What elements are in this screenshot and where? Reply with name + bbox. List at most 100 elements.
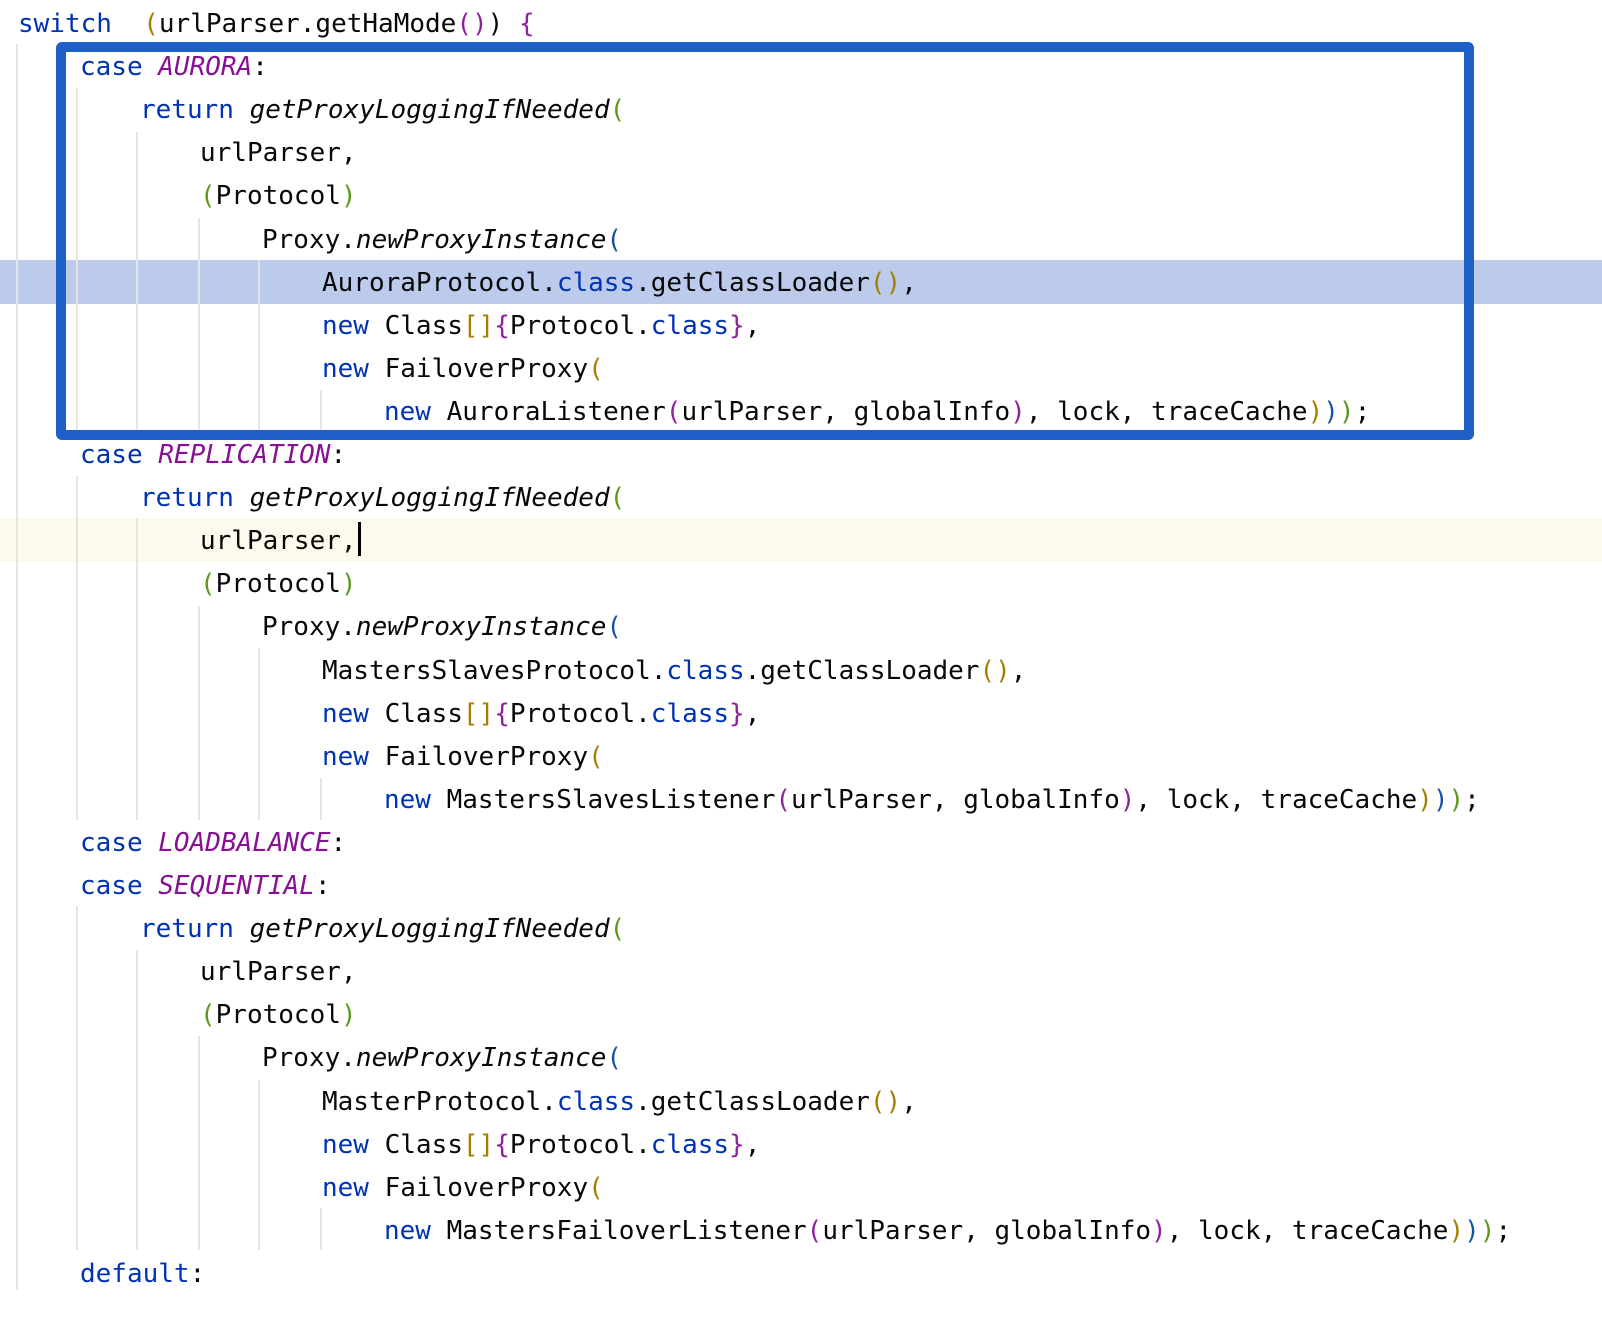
line-switch: switch (urlParser.getHaMode()) { <box>18 2 535 46</box>
code-token: new <box>384 1215 447 1246</box>
code-token: Protocol <box>215 569 341 600</box>
code-token: ( <box>606 612 623 643</box>
code-token: ( <box>200 1000 216 1031</box>
line-listener: new MastersFailoverListener(urlParser, g… <box>384 1209 1511 1253</box>
code-token: ( <box>775 784 792 815</box>
line-classloader: MasterProtocol.class.getClassLoader(), <box>322 1080 917 1124</box>
code-token: urlParser, globalInfo <box>822 1215 1152 1246</box>
code-token: ) <box>340 1000 357 1031</box>
line-newproxyinstance: Proxy.newProxyInstance( <box>262 605 622 649</box>
code-token: .getClassLoader <box>744 655 980 686</box>
code-token: ( <box>609 914 626 945</box>
line-listener: new MastersSlavesListener(urlParser, glo… <box>384 778 1480 822</box>
code-token: ( <box>588 741 604 772</box>
code-token: ) <box>487 9 519 39</box>
code-token: , lock, traceCache <box>1135 784 1418 815</box>
code-token: case <box>80 440 159 470</box>
indent-guide <box>320 778 322 820</box>
code-token: ) <box>1151 1215 1167 1246</box>
code-token: , <box>744 1129 761 1160</box>
code-token: REPLICATION <box>158 440 331 470</box>
code-token: case <box>80 871 159 901</box>
code-token: , <box>1010 655 1027 686</box>
code-token: class <box>666 655 745 686</box>
indent-guide <box>136 950 138 1250</box>
line-case-loadbalance: case LOADBALANCE: <box>80 821 346 865</box>
code-token: newProxyInstance <box>355 612 607 643</box>
code-token: ( <box>200 569 216 600</box>
code-token: return <box>140 483 250 514</box>
code-token: : <box>330 827 347 858</box>
line-classloader: MastersSlavesProtocol.class.getClassLoad… <box>322 649 1026 693</box>
annotation-highlight-box <box>56 42 1474 440</box>
code-token: ) <box>1479 1215 1496 1246</box>
indent-guide <box>320 1208 322 1250</box>
code-token: new <box>322 698 385 729</box>
code-token: () <box>456 9 488 39</box>
line-urlparser: urlParser, <box>200 950 357 994</box>
indent-guide <box>76 476 78 820</box>
code-token: { <box>494 1129 510 1160</box>
code-token: Class <box>384 698 463 729</box>
indent-guide <box>198 606 200 820</box>
code-token: ( <box>609 483 626 514</box>
code-token: } <box>729 698 745 729</box>
code-token: { <box>518 9 535 39</box>
code-token: : <box>330 440 347 470</box>
code-token: , lock, traceCache <box>1166 1215 1449 1246</box>
code-token: Protocol. <box>509 1129 651 1160</box>
line-urlparser: urlParser, <box>200 519 361 563</box>
code-token: urlParser, <box>200 957 357 988</box>
code-token: { <box>494 698 510 729</box>
code-token: : <box>189 1258 206 1289</box>
code-token: Proxy. <box>262 1043 356 1074</box>
code-token: FailoverProxy <box>384 741 589 772</box>
line-protocol-cast: (Protocol) <box>200 562 357 606</box>
indent-guide <box>16 44 18 1290</box>
code-token: MasterProtocol. <box>322 1086 557 1117</box>
line-return: return getProxyLoggingIfNeeded( <box>140 476 625 520</box>
code-token: , <box>744 698 761 729</box>
code-token: Protocol <box>215 1000 341 1031</box>
code-token: FailoverProxy <box>384 1172 589 1203</box>
code-token: ( <box>143 9 159 39</box>
line-failoverproxy: new FailoverProxy( <box>322 735 604 779</box>
code-editor[interactable]: switch (urlParser.getHaMode()) {case AUR… <box>0 0 1602 1324</box>
code-token: MastersSlavesProtocol. <box>322 655 667 686</box>
code-token: ( <box>806 1215 823 1246</box>
line-class-array: new Class[]{Protocol.class}, <box>322 1123 760 1167</box>
code-token: case <box>80 827 159 858</box>
line-return: return getProxyLoggingIfNeeded( <box>140 907 625 951</box>
code-token: class <box>650 698 730 729</box>
code-token: () <box>869 1086 902 1117</box>
code-token: MastersSlavesListener <box>446 784 776 815</box>
code-token: Proxy. <box>262 612 356 643</box>
indent-guide <box>198 1036 200 1250</box>
line-failoverproxy: new FailoverProxy( <box>322 1166 604 1210</box>
code-token: ) <box>340 569 357 600</box>
code-token: ) <box>1448 1215 1465 1246</box>
code-token: SEQUENTIAL <box>158 871 315 901</box>
code-token: ) <box>1417 784 1433 815</box>
line-default: default: <box>80 1252 205 1296</box>
code-token: .getClassLoader <box>635 1086 870 1117</box>
code-token: ; <box>1464 784 1480 815</box>
code-token: ( <box>588 1172 604 1203</box>
code-token: return <box>140 914 250 945</box>
code-token: new <box>384 784 447 815</box>
code-token: MastersFailoverListener <box>446 1215 807 1246</box>
code-token: ) <box>1432 784 1449 815</box>
code-token: newProxyInstance <box>355 1043 607 1074</box>
code-token: ) <box>1448 784 1465 815</box>
line-class-array: new Class[]{Protocol.class}, <box>322 692 760 736</box>
code-token: new <box>322 1172 385 1203</box>
code-token: getProxyLoggingIfNeeded <box>249 483 610 514</box>
code-token: class <box>556 1086 636 1117</box>
line-protocol-cast: (Protocol) <box>200 993 357 1037</box>
code-token: ( <box>606 1043 623 1074</box>
code-token: urlParser, <box>200 526 357 557</box>
code-token: Protocol. <box>509 698 651 729</box>
code-token: LOADBALANCE <box>158 827 331 858</box>
code-token: urlParser.getHaMode <box>158 9 457 39</box>
